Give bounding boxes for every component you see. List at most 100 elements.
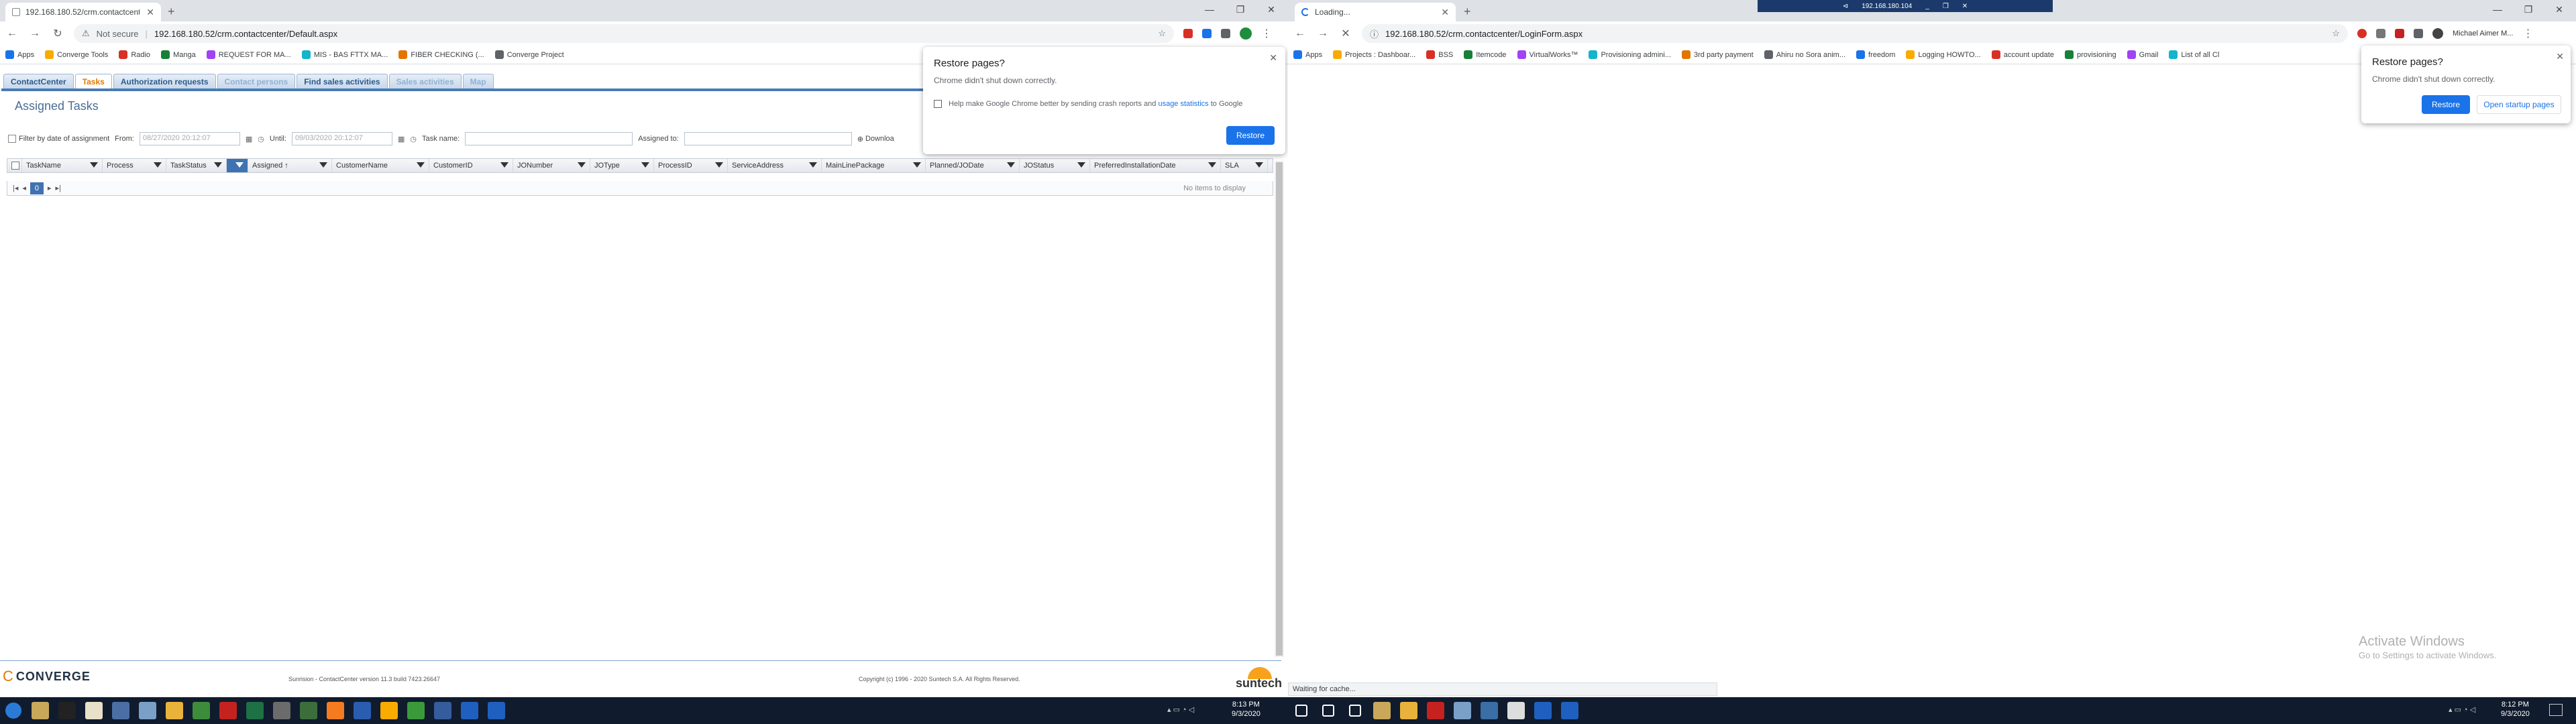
first-page-icon[interactable]: |◂ [13, 184, 18, 192]
uipath-2-taskbar-button[interactable] [1556, 697, 1583, 724]
column-header[interactable]: Assigned ↑ [248, 159, 332, 172]
column-header[interactable]: Planned/JODate [926, 159, 1020, 172]
restore-button[interactable]: Restore [1226, 126, 1275, 145]
bookmark-item[interactable]: Ahiru no Sora anim... [1764, 50, 1845, 59]
filter-checkbox[interactable] [8, 135, 16, 143]
explorer-taskbar-button[interactable] [27, 697, 54, 724]
uipath-taskbar-button[interactable] [1529, 697, 1556, 724]
profile-avatar-icon[interactable] [1240, 27, 1252, 40]
crash-report-option[interactable]: Help make Google Chrome better by sendin… [934, 100, 1275, 108]
column-header[interactable]: Process [103, 159, 166, 172]
left-browser-tab[interactable]: 192.168.180.52/crm.contactcente ✕ [5, 3, 161, 21]
app-yellow-taskbar-button[interactable] [376, 697, 402, 724]
filter-icon[interactable] [319, 162, 327, 168]
crm-tab-map[interactable]: Map [462, 74, 494, 88]
menu-icon[interactable]: ⋮ [2522, 27, 2533, 40]
calculator-taskbar-button[interactable] [268, 697, 295, 724]
bookmark-item[interactable]: BSS [1426, 50, 1453, 59]
crm-tab-authorization-requests[interactable]: Authorization requests [113, 74, 216, 88]
prev-page-icon[interactable]: ◂ [22, 184, 26, 192]
crm-tab-tasks[interactable]: Tasks [74, 74, 112, 88]
close-dialog-icon[interactable]: ✕ [1269, 52, 1277, 64]
calendar-icon[interactable]: ▦ [398, 135, 405, 143]
app-blue-taskbar-button[interactable] [1476, 697, 1503, 724]
cmd-taskbar-button[interactable] [54, 697, 80, 724]
column-header[interactable]: CustomerID [429, 159, 513, 172]
minimize-button[interactable]: — [2482, 0, 2513, 19]
close-window-button[interactable]: ✕ [2544, 0, 2575, 19]
column-header[interactable]: TaskStatus [166, 159, 227, 172]
usage-statistics-link[interactable]: usage statistics [1158, 100, 1208, 108]
column-header[interactable]: CustomerName [332, 159, 429, 172]
select-all-checkbox[interactable] [7, 159, 22, 172]
extension-box-icon[interactable] [1202, 29, 1212, 38]
last-page-icon[interactable]: ▸| [55, 184, 60, 192]
filter-icon[interactable] [1077, 162, 1085, 168]
open-startup-pages-button[interactable]: Open startup pages [2477, 95, 2561, 114]
calendar-icon[interactable]: ▦ [246, 135, 252, 143]
bookmark-item[interactable]: Apps [5, 50, 34, 59]
filter-icon[interactable] [913, 162, 921, 168]
bookmark-item[interactable]: Converge Project [494, 50, 564, 59]
filter-icon[interactable] [1208, 162, 1216, 168]
bookmark-item[interactable]: Gmail [2127, 50, 2158, 59]
right-address-bar[interactable]: ⓘ 192.168.180.52/crm.contactcenter/Login… [1362, 24, 2348, 43]
filter-icon[interactable] [417, 162, 425, 168]
app-orange-taskbar-button[interactable] [322, 697, 349, 724]
column-header[interactable] [227, 159, 248, 172]
minimize-button[interactable]: — [1194, 0, 1225, 19]
new-tab-button[interactable]: + [1464, 5, 1471, 19]
restore-button[interactable]: Restore [2422, 95, 2470, 114]
filter-icon[interactable] [641, 162, 649, 168]
bookmark-item[interactable]: Provisioning admini... [1589, 50, 1671, 59]
column-header[interactable]: JONumber [513, 159, 590, 172]
task-name-input[interactable] [465, 132, 633, 145]
bookmark-item[interactable]: Logging HOWTO... [1906, 50, 1981, 59]
anydesk-taskbar-button[interactable] [215, 697, 241, 724]
filter-icon[interactable] [235, 162, 244, 168]
filter-by-date[interactable]: Filter by date of assignment [8, 135, 109, 143]
next-page-icon[interactable]: ▸ [48, 184, 52, 192]
new-tab-button[interactable]: + [168, 5, 175, 19]
uipath-3-taskbar-button[interactable] [483, 697, 510, 724]
bookmark-item[interactable]: account update [1991, 50, 2054, 59]
uipath-2-taskbar-button[interactable] [456, 697, 483, 724]
bookmark-item[interactable]: Manga [161, 50, 196, 59]
search-taskbar-button[interactable] [1315, 697, 1342, 724]
remote-restore-icon[interactable]: ❐ [1943, 3, 1949, 10]
download-button[interactable]: ⊕ Downloa [857, 135, 894, 143]
remote-minimize-icon[interactable]: _ [1925, 3, 1929, 10]
extension-puzzle-icon[interactable] [1221, 29, 1230, 38]
extension-adblock-icon[interactable] [2395, 29, 2404, 38]
filter-icon[interactable] [90, 162, 98, 168]
column-header[interactable]: TaskName [22, 159, 103, 172]
bookmark-item[interactable]: Radio [119, 50, 150, 59]
left-clock[interactable]: 8:13 PM 9/3/2020 [1232, 700, 1260, 719]
files-taskbar-button[interactable] [107, 697, 134, 724]
app-red-taskbar-button[interactable] [1422, 697, 1449, 724]
star-icon[interactable]: ☆ [2332, 28, 2340, 39]
forward-icon[interactable]: → [28, 27, 42, 40]
close-window-button[interactable]: ✕ [1256, 0, 1287, 19]
bookmark-item[interactable]: Projects : Dashboar... [1333, 50, 1415, 59]
filter-icon[interactable] [578, 162, 586, 168]
explorer-taskbar-button[interactable] [1368, 697, 1395, 724]
bookmark-item[interactable]: VirtualWorks™ [1517, 50, 1578, 59]
filter-icon[interactable] [500, 162, 508, 168]
bookmark-item[interactable]: Apps [1293, 50, 1322, 59]
star-icon[interactable]: ☆ [1158, 28, 1166, 39]
close-dialog-icon[interactable]: ✕ [2556, 51, 2564, 62]
windows-start-taskbar-button[interactable] [1288, 697, 1315, 724]
files-taskbar-button[interactable] [1449, 697, 1476, 724]
column-header[interactable]: ServiceAddress [728, 159, 822, 172]
close-tab-icon[interactable]: ✕ [146, 7, 154, 18]
page-scrollbar[interactable] [1275, 161, 1284, 657]
right-browser-tab[interactable]: Loading... ✕ [1295, 3, 1456, 21]
notes-taskbar-button[interactable] [188, 697, 215, 724]
excel-taskbar-button[interactable] [241, 697, 268, 724]
bookmark-item[interactable]: REQUEST FOR MA... [206, 50, 291, 59]
reload-icon[interactable]: ↻ [51, 27, 64, 40]
right-clock[interactable]: 8:12 PM 9/3/2020 [2501, 700, 2530, 719]
bookmark-item[interactable]: 3rd party payment [1682, 50, 1754, 59]
pin-icon[interactable]: ⊲ [1843, 3, 1848, 10]
